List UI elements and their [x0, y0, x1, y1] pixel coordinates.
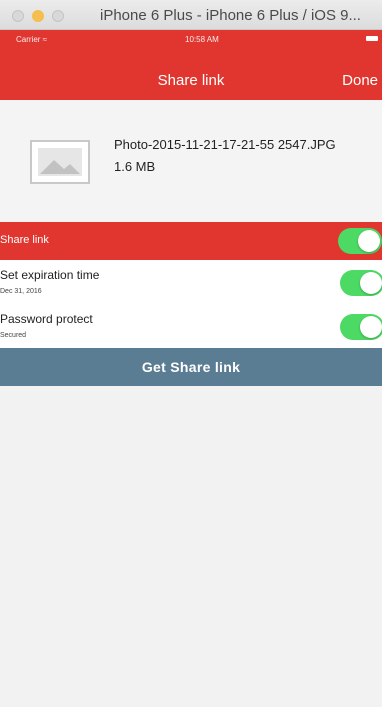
navigation-bar: Carrier ≈ 10:58 AM Share link Done [0, 30, 382, 100]
status-carrier: Carrier ≈ [16, 35, 48, 44]
expiration-title: Set expiration time [0, 268, 100, 282]
password-status: Secured [0, 332, 27, 339]
password-row[interactable]: Password protect Secured [0, 304, 382, 348]
file-size: 1.6 MB [114, 159, 156, 174]
share-link-row: Share link [0, 222, 382, 260]
status-time: 10:58 AM [185, 35, 219, 44]
expiration-date: Dec 31, 2016 [0, 288, 42, 295]
window-close-button[interactable] [12, 10, 24, 22]
window-zoom-button[interactable] [52, 10, 64, 22]
window-minimize-button[interactable] [32, 10, 44, 22]
file-name: Photo-2015-11-21-17-21-55 2547.JPG [114, 137, 336, 152]
password-toggle[interactable] [340, 314, 382, 340]
expiration-toggle[interactable] [340, 270, 382, 296]
photo-placeholder-icon [30, 140, 90, 184]
window-title: iPhone 6 Plus - iPhone 6 Plus / iOS 9... [100, 7, 361, 24]
expiration-row[interactable]: Set expiration time Dec 31, 2016 [0, 260, 382, 304]
done-button[interactable]: Done [342, 72, 378, 89]
file-info: Photo-2015-11-21-17-21-55 2547.JPG 1.6 M… [0, 100, 382, 222]
page-title: Share link [157, 72, 225, 89]
battery-icon [366, 36, 378, 41]
password-title: Password protect [0, 312, 93, 326]
share-link-toggle[interactable] [338, 228, 382, 254]
get-share-link-button[interactable]: Get Share link [0, 348, 382, 386]
share-link-label: Share link [0, 234, 49, 246]
simulator-title-bar: iPhone 6 Plus - iPhone 6 Plus / iOS 9... [0, 0, 382, 30]
